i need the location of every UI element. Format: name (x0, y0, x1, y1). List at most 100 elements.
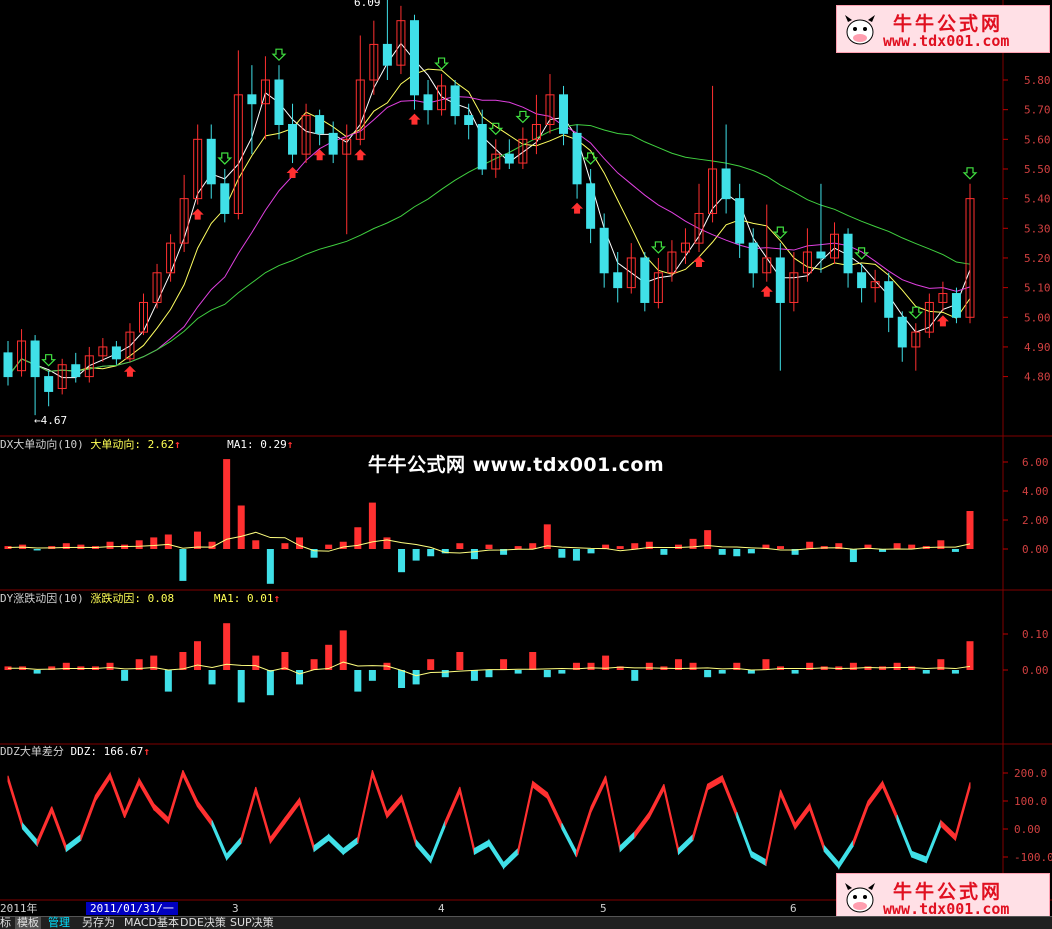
indicator-bar (777, 546, 785, 549)
ddz-band (896, 814, 913, 858)
indicator-bar (412, 549, 420, 561)
candle-body (721, 168, 731, 200)
ddz-band (22, 822, 38, 848)
tab-dde[interactable]: DDE决策 (180, 917, 226, 929)
indicator-bar (500, 659, 508, 670)
tab-sup[interactable]: SUP决策 (230, 917, 274, 929)
candle-body (843, 233, 853, 274)
ddz-band (517, 781, 534, 855)
up-arrow-icon: ↑ (143, 745, 150, 758)
month-label: 4 (438, 902, 445, 915)
candle-body (735, 198, 745, 244)
indicator-bar (631, 543, 639, 549)
indicator-bar (33, 670, 41, 674)
value-tick-label: 100.0 (1014, 795, 1047, 808)
indicator-bar (616, 546, 624, 549)
value-tick-label: 6.00 (1022, 456, 1049, 469)
buy-arrow-icon (191, 208, 204, 220)
sell-arrow-icon (271, 48, 287, 62)
ddz-band (459, 786, 475, 855)
ddz-band (182, 769, 198, 807)
indicator-bar (572, 549, 580, 561)
ddz-band (284, 796, 301, 825)
candle-body (477, 123, 487, 170)
candle-body (274, 79, 284, 125)
panel1-header: DX大单动向(10) 大单动向: 2.62↑ MA1: 0.29↑ (0, 438, 293, 452)
ddz-band (925, 820, 942, 863)
indicator-bar (193, 531, 201, 549)
candle-body (504, 153, 514, 164)
tab-template[interactable]: 模板 (15, 917, 41, 929)
ddz-band (882, 781, 898, 821)
ddz-band (357, 770, 373, 844)
ddz-band (605, 775, 621, 852)
indicator-bar (908, 544, 916, 549)
indicator-bar (281, 543, 289, 549)
indicator-bar (704, 670, 712, 678)
indicator-bar (922, 670, 930, 674)
candle-body (288, 123, 298, 155)
ddz-band (342, 836, 359, 856)
ddz-band (124, 778, 140, 818)
value-tick-label: 2.00 (1022, 514, 1049, 527)
indicator-bar (427, 659, 435, 670)
indicator-bar (237, 505, 245, 549)
ddz-band (167, 770, 184, 824)
candle-body (382, 43, 392, 66)
panel2-bars: 0.10 0.00 (4, 623, 1049, 703)
candle-body (206, 138, 216, 185)
indicator-bar (558, 670, 566, 674)
panel2-value: 涨跌动因: 0.08 (90, 592, 175, 605)
moving-average-lines (7, 42, 971, 379)
indicator-bar (252, 655, 260, 670)
ddz-band (328, 833, 344, 856)
indicator-bar (951, 549, 959, 552)
ddz-band (269, 816, 286, 845)
panel3-area: 200.0 100.0 0.00 -100.0 (7, 767, 1052, 870)
candle-body (857, 272, 867, 289)
value-tick-label: 0.00 (1022, 543, 1049, 556)
candle-body (71, 364, 81, 378)
month-label: 3 (232, 902, 239, 915)
sell-arrow-icon (583, 152, 599, 165)
buy-arrow-icon (760, 285, 773, 297)
ddz-band (153, 802, 169, 825)
indicator-bar (441, 670, 449, 678)
tab-macd[interactable]: MACD基本 (124, 917, 179, 929)
price-tick-label: 5.30 (1024, 222, 1051, 235)
up-arrow-icon: ↑ (286, 438, 294, 451)
tab-save-as[interactable]: 另存为 (82, 917, 115, 929)
ddz-band (65, 833, 82, 853)
indicator-bar (325, 544, 333, 549)
panel2-ma: MA1: 0.01 (213, 592, 274, 605)
panel3-name[interactable]: DDZ大单差分 (0, 745, 64, 758)
panel1-name[interactable]: DX大单动向(10) (0, 438, 84, 451)
indicator-bar (135, 540, 143, 549)
price-tick-label: 4.90 (1024, 341, 1051, 354)
indicator-bar (427, 549, 435, 557)
candle-body (44, 376, 54, 392)
candle-body (775, 257, 785, 303)
sell-arrow-icon (962, 167, 978, 180)
indicator-bar (529, 543, 537, 549)
cursor-date-badge: 2011/01/31/一 (86, 902, 178, 915)
tab-manage[interactable]: 管理 (48, 917, 70, 929)
value-tick-label: 0.00 (1014, 823, 1041, 836)
indicator-bar (791, 670, 799, 674)
candle-body (111, 346, 121, 360)
tab-mark[interactable]: 标 (0, 917, 11, 929)
ddz-band (138, 776, 155, 812)
logo-url: www.tdx001.com (883, 32, 1010, 50)
ddz-band (196, 799, 213, 828)
sell-arrow-icon (434, 57, 450, 70)
candle-body (3, 352, 13, 378)
panel2-name[interactable]: DY涨跌动因(10) (0, 592, 84, 605)
candle-body (748, 242, 758, 274)
candle-body (315, 115, 325, 134)
indicator-bar (718, 549, 726, 555)
indicator-bar (354, 670, 362, 692)
indicator-bar (806, 541, 814, 549)
cow-icon (845, 883, 875, 913)
indicator-bar (223, 623, 231, 670)
buy-arrow-icon (286, 167, 299, 179)
